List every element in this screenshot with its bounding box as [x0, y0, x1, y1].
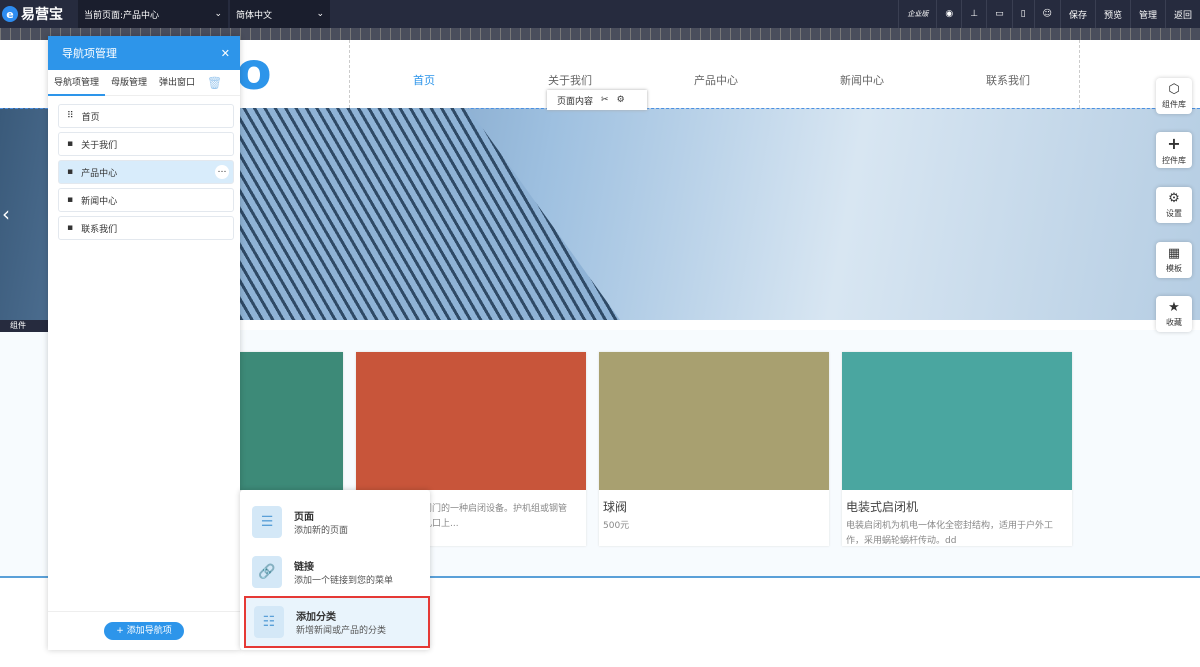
menu-item-desc: 添加新的页面 — [294, 526, 349, 536]
back-button[interactable]: 返回 — [1164, 0, 1200, 28]
preview-eye-icon[interactable]: ◉ — [936, 0, 961, 28]
nav-news[interactable]: 新闻中心 — [840, 72, 884, 88]
tool-label: 收藏 — [1166, 318, 1182, 327]
edition-badge[interactable]: 企业版 — [898, 0, 936, 28]
tab-nav-items[interactable]: 导航项管理 — [48, 70, 106, 96]
menu-item-title: 添加分类 — [296, 612, 336, 623]
top-bar: e 易营宝 当前页面:产品中心 ⌄ 简体中文 ⌄ 企业版 ◉ ⊥ ▭ ▯ ☺ 保存 预… — [0, 0, 1200, 28]
nav-about[interactable]: 关于我们 — [548, 72, 592, 88]
product-card[interactable]: 球阀 500元 — [599, 352, 829, 546]
page-icon: ▪ — [67, 139, 74, 149]
nav-item-label: 产品中心 — [81, 168, 118, 179]
menu-item-link[interactable]: 🔗 链接添加一个链接到您的菜单 — [244, 546, 430, 598]
tool-label: 模板 — [1166, 264, 1182, 273]
nav-item-contact[interactable]: ▪ 联系我们 — [58, 216, 234, 240]
tab-master[interactable]: 母版管理 — [105, 70, 153, 96]
site-logo: o — [236, 42, 272, 102]
add-nav-item-button[interactable]: + 添加导航项 — [104, 622, 184, 640]
menu-item-page[interactable]: ☰ 页面添加新的页面 — [244, 496, 430, 548]
nav-item-products[interactable]: ▪ 产品中心 … — [58, 160, 234, 184]
plus-icon: + — [1167, 134, 1181, 153]
component-strip: 组件 — [0, 320, 48, 332]
page-content-toolbar: 页面内容 ✂ ⚙ — [547, 90, 647, 110]
language-select-value: 简体中文 — [236, 10, 273, 21]
panel-title: 导航项管理 — [62, 47, 117, 60]
product-card[interactable]: 电装式启闭机电装启闭机为机电一体化全密封结构，适用于户外工作，采用蜗轮蜗杆传动。… — [842, 352, 1072, 546]
nav-item-label: 联系我们 — [81, 224, 118, 235]
tool-label: 组件库 — [1162, 100, 1186, 109]
page-select-value: 当前页面:产品中心 — [84, 10, 160, 21]
grid-icon: ⠿ — [67, 111, 74, 121]
template-grid-icon: ▦ — [1167, 246, 1181, 261]
cube-icon: ⬡ — [1168, 82, 1180, 97]
menu-item-desc: 新增新闻或产品的分类 — [296, 626, 387, 636]
nav-home[interactable]: 首页 — [413, 72, 435, 88]
nav-manager-panel: 导航项管理 ✕ 导航项管理 母版管理 弹出窗口 🗑 ⠿ 首页 ▪ 关于我们 ▪ 产品中心… — [48, 36, 240, 650]
tool-label: 控件库 — [1162, 156, 1186, 165]
mobile-icon[interactable]: ▯ — [1011, 0, 1034, 28]
favorites-button[interactable]: ★ 收藏 — [1156, 296, 1192, 332]
manage-button[interactable]: 管理 — [1129, 0, 1165, 28]
trash-icon[interactable]: 🗑 — [201, 70, 228, 96]
nav-item-home[interactable]: ⠿ 首页 — [58, 104, 234, 128]
menu-item-add-category[interactable]: ☷ 添加分类新增新闻或产品的分类 — [244, 596, 430, 648]
gear-icon[interactable]: ⚙ — [617, 95, 625, 105]
page-select[interactable]: 当前页面:产品中心 ⌄ — [78, 0, 228, 28]
tools-icon[interactable]: ✂ — [601, 95, 609, 105]
tool-label: 设置 — [1166, 209, 1182, 218]
nav-item-label: 关于我们 — [81, 140, 118, 151]
product-desc: 500元 — [603, 521, 630, 531]
preview-button[interactable]: 预览 — [1094, 0, 1130, 28]
close-icon[interactable]: ✕ — [221, 47, 230, 60]
nav-item-label: 首页 — [81, 112, 100, 123]
nav-contact[interactable]: 联系我们 — [986, 72, 1030, 88]
chevron-down-icon: ⌄ — [214, 9, 222, 19]
category-icon: ☷ — [254, 606, 284, 638]
menu-item-desc: 添加一个链接到您的菜单 — [294, 576, 394, 586]
add-item-menu: ☰ 页面添加新的页面 🔗 链接添加一个链接到您的菜单 ☷ 添加分类新增新闻或产品的分类 — [240, 490, 430, 650]
nav-item-label: 新闻中心 — [81, 196, 118, 207]
settings-button[interactable]: ⚙ 设置 — [1156, 187, 1192, 223]
product-title: 电装式启闭机 — [846, 500, 919, 514]
nav-item-about[interactable]: ▪ 关于我们 — [58, 132, 234, 156]
component-library-button[interactable]: ⬡ 组件库 — [1156, 78, 1192, 114]
page-content-label[interactable]: 页面内容 — [557, 94, 593, 107]
nav-products[interactable]: 产品中心 — [694, 72, 738, 88]
support-icon[interactable]: ☺ — [1033, 0, 1060, 28]
tab-popup[interactable]: 弹出窗口 — [153, 70, 201, 96]
banner-prev-arrow[interactable]: ‹ — [2, 202, 10, 226]
page-icon: ▪ — [67, 223, 74, 233]
nav-item-news[interactable]: ▪ 新闻中心 — [58, 188, 234, 212]
product-desc: 电装启闭机为机电一体化全密封结构，适用于户外工作，采用蜗轮蜗杆传动。dd — [846, 521, 1054, 546]
product-title: 球阀 — [603, 500, 628, 514]
save-button[interactable]: 保存 — [1059, 0, 1095, 28]
templates-button[interactable]: ▦ 模板 — [1156, 242, 1192, 278]
align-icon[interactable]: ⊥ — [961, 0, 986, 28]
menu-item-title: 页面 — [294, 512, 314, 523]
chevron-down-icon: ⌄ — [316, 9, 324, 19]
desktop-icon[interactable]: ▭ — [986, 0, 1012, 28]
page-icon: ☰ — [252, 506, 282, 538]
page-icon: ▪ — [67, 167, 74, 177]
brand-logo: e 易营宝 — [0, 4, 78, 24]
star-icon: ★ — [1168, 300, 1180, 315]
widget-library-button[interactable]: + 控件库 — [1156, 132, 1192, 168]
link-icon: 🔗 — [252, 556, 282, 588]
gears-icon: ⚙ — [1168, 191, 1180, 206]
language-select[interactable]: 简体中文 ⌄ — [230, 0, 330, 28]
logo-icon: e — [2, 6, 18, 22]
page-icon: ▪ — [67, 195, 74, 205]
menu-item-title: 链接 — [294, 562, 314, 573]
brand-name: 易营宝 — [21, 7, 63, 23]
more-icon[interactable]: … — [215, 165, 229, 179]
